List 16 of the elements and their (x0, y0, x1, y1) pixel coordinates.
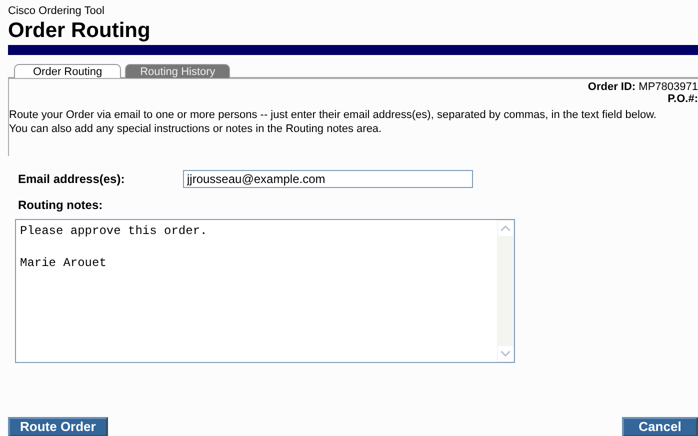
order-id: Order ID: MP7803971 (588, 81, 698, 93)
email-field[interactable]: jjrousseau@example.com (183, 170, 473, 188)
tab[interactable]: Order Routing (14, 64, 122, 78)
scroll-down-icon[interactable] (498, 346, 513, 361)
cancel-button[interactable]: Cancel (622, 417, 698, 436)
notes-field[interactable]: Please approve this order. Marie Arouet (15, 219, 515, 363)
page-title: Order Routing (7, 18, 152, 43)
scroll-up-icon[interactable] (498, 221, 513, 236)
notes-label: Routing notes: (18, 198, 104, 212)
email-label: Email address(es): (18, 172, 126, 186)
po-label: P.O.#: (668, 93, 698, 105)
tab[interactable]: Routing History (125, 64, 230, 78)
app-name: Cisco Ordering Tool (7, 4, 106, 18)
instructions-text: Route your Order via email to one or more persons -- just enter their email address(es), separated by commas, in the text field below. You can also add any special instructions or notes in the Routing notes area. (9, 108, 658, 136)
scrollbar[interactable] (497, 220, 514, 362)
route-order-button[interactable]: Route Order (8, 417, 108, 436)
